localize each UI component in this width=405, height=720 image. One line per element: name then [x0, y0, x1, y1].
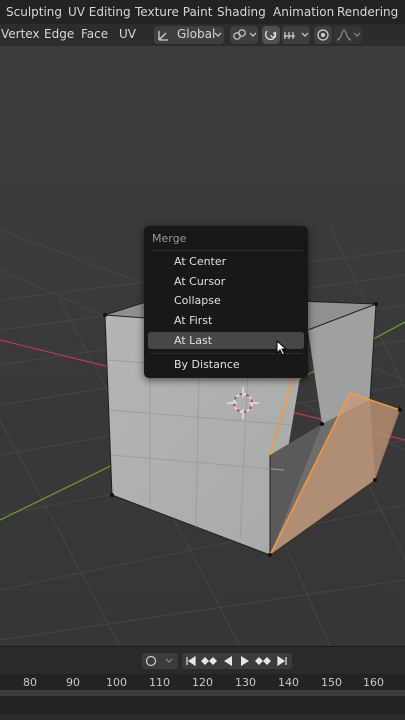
chevron-down-icon: [165, 658, 173, 663]
chevron-down-icon: [353, 32, 361, 37]
play-icon[interactable]: [239, 655, 251, 667]
link-icon: [233, 29, 246, 40]
menu-edge[interactable]: Edge: [44, 27, 74, 41]
menu-face[interactable]: Face: [81, 27, 108, 41]
frame-label: 160: [363, 676, 384, 689]
timeline-scrollbar[interactable]: [0, 690, 405, 696]
chevron-down-icon: [214, 32, 222, 37]
frame-label: 110: [149, 676, 170, 689]
jump-to-end-icon[interactable]: [275, 655, 289, 667]
menu-uv[interactable]: UV: [119, 27, 136, 41]
snap-toggle[interactable]: [262, 26, 280, 44]
falloff-dropdown[interactable]: [334, 26, 362, 44]
magnet-icon: [264, 30, 277, 41]
tab-animation[interactable]: Animation: [273, 5, 334, 19]
chevron-down-icon: [249, 32, 257, 37]
mouse-pointer-icon: [276, 340, 288, 356]
timeline: 80 90 100 110 120 130 140 150 160: [0, 646, 405, 720]
frame-label: 150: [321, 676, 342, 689]
menu-item-by-distance[interactable]: By Distance: [148, 356, 304, 373]
frame-label: 90: [66, 676, 80, 689]
falloff-curve-icon: [336, 29, 352, 41]
transform-orientation-dropdown[interactable]: Global: [154, 26, 224, 44]
menu-title: Merge: [152, 232, 187, 245]
tab-rendering[interactable]: Rendering: [337, 5, 398, 19]
tab-shading[interactable]: Shading: [217, 5, 266, 19]
tab-sculpting[interactable]: Sculpting: [6, 5, 62, 19]
increment-icon: [284, 32, 295, 39]
snap-target-dropdown[interactable]: [282, 26, 310, 44]
proportional-edit-icon: [317, 29, 329, 41]
frame-label: 130: [235, 676, 256, 689]
menu-item-at-cursor[interactable]: At Cursor: [148, 273, 304, 290]
jump-to-start-icon[interactable]: [184, 655, 198, 667]
frame-label: 80: [23, 676, 37, 689]
tab-uv-editing[interactable]: UV Editing: [68, 5, 131, 19]
next-keyframe-icon[interactable]: [254, 655, 272, 667]
menu-separator: [150, 250, 302, 251]
frame-label: 140: [278, 676, 299, 689]
keying-dropdown[interactable]: [142, 653, 178, 669]
orientation-label: Global: [177, 27, 216, 41]
menu-vertex[interactable]: Vertex: [1, 27, 40, 41]
frame-label: 100: [106, 676, 127, 689]
menu-item-collapse[interactable]: Collapse: [148, 292, 304, 309]
play-reverse-icon[interactable]: [222, 655, 234, 667]
workspace-tabs: Sculpting UV Editing Texture Paint Shadi…: [0, 0, 405, 24]
playback-controls: [182, 653, 292, 669]
timeline-border: [0, 646, 405, 647]
tab-texture-paint[interactable]: Texture Paint: [135, 5, 212, 19]
pivot-point-dropdown[interactable]: [230, 26, 258, 44]
frame-label: 120: [192, 676, 213, 689]
chevron-down-icon: [301, 32, 309, 37]
record-icon: [145, 655, 157, 667]
menu-item-at-first[interactable]: At First: [148, 312, 304, 329]
menu-item-at-center[interactable]: At Center: [148, 253, 304, 270]
proportional-edit-toggle[interactable]: [314, 26, 332, 44]
previous-keyframe-icon[interactable]: [200, 655, 218, 667]
axes-icon: [158, 31, 168, 41]
viewport-header: Vertex Edge Face UV Global: [0, 24, 405, 46]
